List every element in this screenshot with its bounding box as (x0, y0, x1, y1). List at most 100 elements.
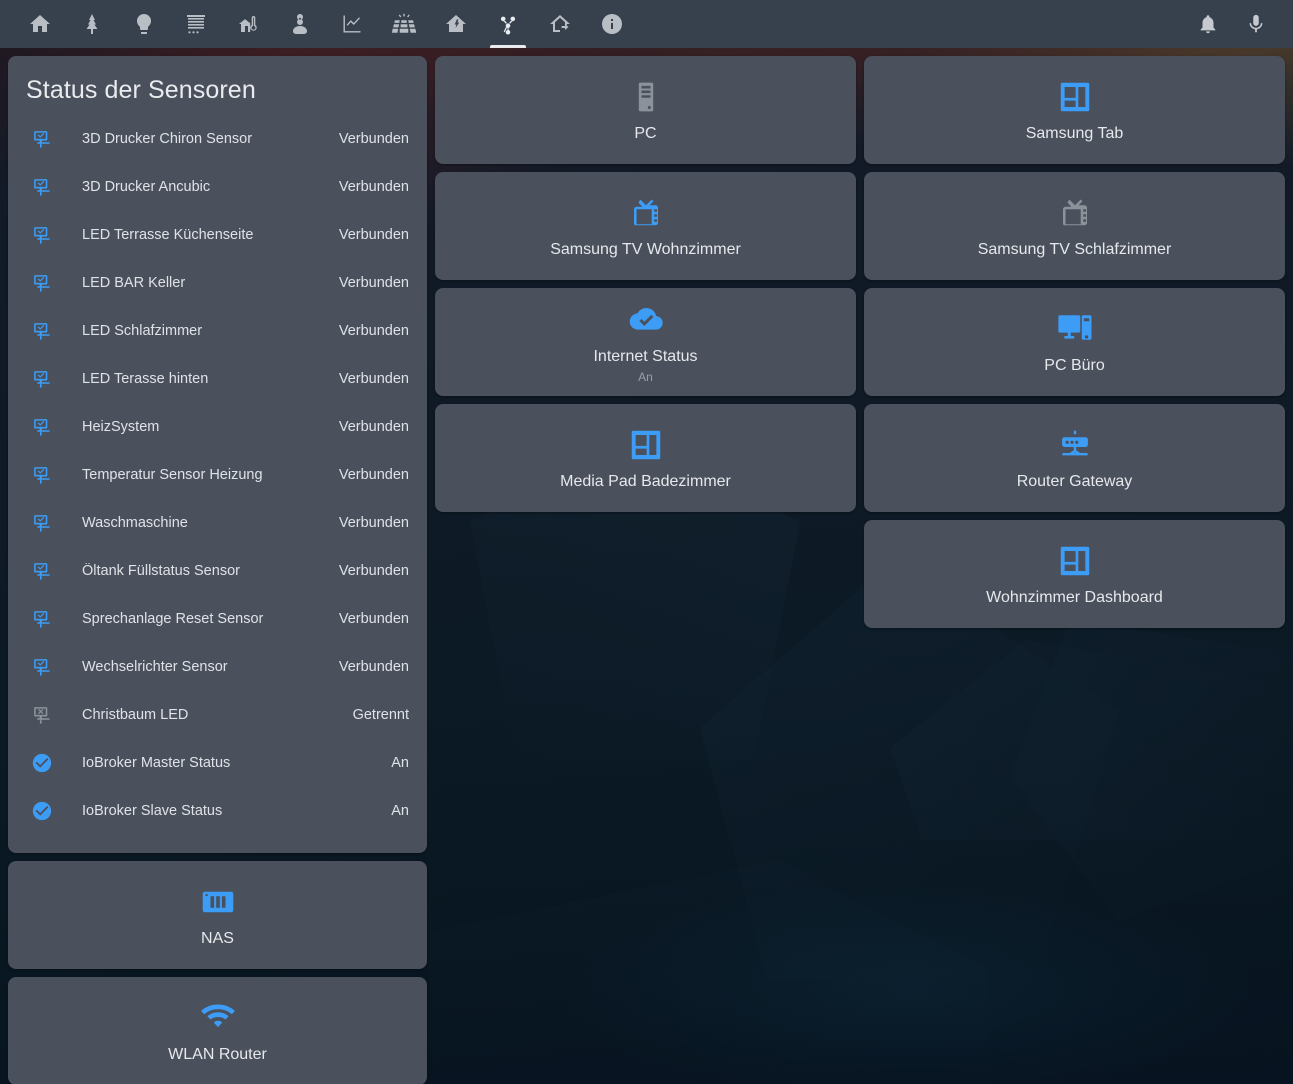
toolbar-tab-solar[interactable] (378, 0, 430, 48)
home-icon (30, 15, 50, 32)
microphone-icon[interactable] (1239, 7, 1273, 41)
sensor-row-icon[interactable] (24, 800, 64, 822)
sensor-row[interactable]: Waschmaschine Verbunden (24, 499, 411, 547)
toolbar-tab-blinds[interactable] (170, 0, 222, 48)
lan-connect-icon (34, 419, 50, 436)
sensor-row-name: 3D Drucker Ancubic (82, 179, 211, 195)
sensor-row[interactable]: IoBroker Master Status An (24, 739, 411, 787)
toolbar-tab-lights[interactable] (118, 0, 170, 48)
sensor-row-state: Verbunden (338, 515, 409, 531)
sensor-row-icon[interactable] (24, 752, 64, 774)
toolbar-tab-energy[interactable] (430, 0, 482, 48)
bell-icon[interactable] (1191, 7, 1225, 41)
device-tile[interactable]: Media Pad Badezimmer (435, 404, 856, 512)
toolbar-tab-info[interactable] (586, 0, 638, 48)
device-tile[interactable]: WLAN Router (8, 977, 427, 1084)
sensor-row-icon[interactable] (24, 416, 64, 438)
sensor-row-icon[interactable] (24, 608, 64, 630)
lan-connect-icon (34, 611, 50, 628)
lan-connect-icon (34, 467, 50, 484)
device-tile[interactable]: PC (435, 56, 856, 164)
sensor-row-icon[interactable] (24, 464, 64, 486)
toolbar-tab-home[interactable] (14, 0, 66, 48)
toolbar-tab-tree[interactable] (66, 0, 118, 48)
sensor-row[interactable]: IoBroker Slave Status An (24, 787, 411, 835)
home-lightning-icon (446, 15, 466, 32)
sensor-row[interactable]: Wechselrichter Sensor Verbunden (24, 643, 411, 691)
sensor-row[interactable]: LED Terasse hinten Verbunden (24, 355, 411, 403)
sensor-row-state: Getrennt (352, 707, 409, 723)
lan-connect-icon (34, 563, 50, 580)
sensor-row-state: An (391, 803, 409, 819)
sensor-row-state: Verbunden (338, 179, 409, 195)
sensor-row[interactable]: 3D Drucker Chiron Sensor Verbunden (24, 115, 411, 163)
sensor-row-state: Verbunden (338, 323, 409, 339)
toolbar-tab-heating[interactable] (222, 0, 274, 48)
sensor-row-icon[interactable] (24, 656, 64, 678)
toolbar-tab-statistics[interactable] (326, 0, 378, 48)
sensor-row-name: Sprechanlage Reset Sensor (82, 611, 264, 627)
flower-icon (293, 14, 307, 34)
blinds-icon (187, 15, 205, 34)
sensor-row-name: 3D Drucker Chiron Sensor (82, 131, 253, 147)
sensor-row[interactable]: Sprechanlage Reset Sensor Verbunden (24, 595, 411, 643)
device-tile-icon (1057, 309, 1093, 349)
sensor-row-icon[interactable] (24, 272, 64, 294)
home-thermometer-icon (239, 16, 257, 32)
column-middle: PC Samsung TV Wohnzimmer Internet Status An… (435, 56, 856, 512)
sensor-row-name: Temperatur Sensor Heizung (82, 467, 263, 483)
sensor-row-name: Öltank Füllstatus Sensor (82, 563, 240, 579)
sensor-row-icon[interactable] (24, 128, 64, 150)
sensor-row[interactable]: LED BAR Keller Verbunden (24, 259, 411, 307)
sensor-row-name: LED Terasse hinten (82, 371, 209, 387)
check-circle-icon (32, 801, 52, 821)
device-tile-label: Router Gateway (1016, 472, 1133, 490)
sensor-row-state: Verbunden (338, 659, 409, 675)
toolbar-tab-exit[interactable] (534, 0, 586, 48)
wifi-icon (200, 1004, 235, 1028)
sensor-row[interactable]: 3D Drucker Ancubic Verbunden (24, 163, 411, 211)
device-tile[interactable]: PC Büro (864, 288, 1285, 396)
sensor-row-name: Waschmaschine (82, 515, 188, 531)
device-tile-label: NAS (201, 929, 234, 947)
device-tile-label: Wohnzimmer Dashboard (986, 588, 1163, 606)
toolbar-tab-network[interactable] (482, 0, 534, 48)
home-export-icon (550, 15, 570, 32)
sensor-row-icon[interactable] (24, 176, 64, 198)
device-tile-icon (1057, 77, 1093, 117)
sensor-row-name: LED Terrasse Küchenseite (82, 227, 254, 243)
lan-connect-icon (34, 275, 50, 292)
device-tile-label: PC (634, 124, 657, 142)
sensor-row-icon[interactable] (24, 224, 64, 246)
lan-connect-icon (34, 371, 50, 388)
lightbulb-icon (137, 14, 151, 34)
lan-icon (500, 16, 516, 35)
device-tile-icon (1057, 193, 1093, 233)
sensor-row[interactable]: LED Terrasse Küchenseite Verbunden (24, 211, 411, 259)
toolbar-tab-garden[interactable] (274, 0, 326, 48)
device-tile-label: Media Pad Badezimmer (560, 472, 731, 490)
device-tile[interactable]: Wohnzimmer Dashboard (864, 520, 1285, 628)
sensor-row-icon[interactable] (24, 704, 64, 726)
sensor-row-icon[interactable] (24, 560, 64, 582)
device-tile[interactable]: Samsung Tab (864, 56, 1285, 164)
device-tile[interactable]: NAS (8, 861, 427, 969)
sensor-row[interactable]: HeizSystem Verbunden (24, 403, 411, 451)
device-tile[interactable]: Samsung TV Schlafzimmer (864, 172, 1285, 280)
device-tile[interactable]: Samsung TV Wohnzimmer (435, 172, 856, 280)
card-title: Status der Sensoren (26, 76, 256, 104)
sensor-row-icon[interactable] (24, 512, 64, 534)
lan-connect-icon (34, 659, 50, 676)
sensor-row[interactable]: Öltank Füllstatus Sensor Verbunden (24, 547, 411, 595)
sensor-row-state: An (391, 755, 409, 771)
sensor-row-icon[interactable] (24, 320, 64, 342)
sensor-row[interactable]: Christbaum LED Getrennt (24, 691, 411, 739)
device-tile[interactable]: Internet Status An (435, 288, 856, 396)
sensor-row-icon[interactable] (24, 368, 64, 390)
device-tile[interactable]: Router Gateway (864, 404, 1285, 512)
left-tile-list: NAS WLAN Router (8, 861, 427, 1084)
sensor-row[interactable]: LED Schlafzimmer Verbunden (24, 307, 411, 355)
device-tile-label: Samsung TV Wohnzimmer (550, 240, 741, 258)
sensor-row[interactable]: Temperatur Sensor Heizung Verbunden (24, 451, 411, 499)
